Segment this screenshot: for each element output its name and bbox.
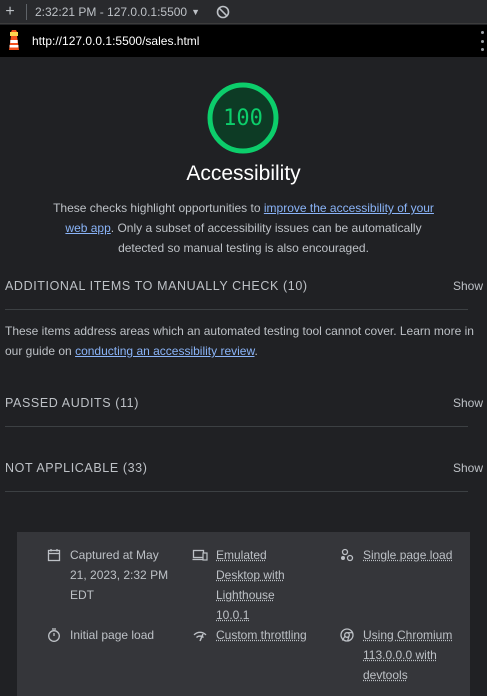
score-value: 100 [223,105,263,131]
runtime-load-type: Initial page load [46,625,174,645]
new-report-button[interactable]: + [0,0,20,24]
category-description-text: . Only a subset of accessibility issues … [110,221,422,255]
toolbar-divider [26,3,27,20]
score-gauge[interactable]: 100 [207,82,279,154]
group-description: These items address areas which an autom… [5,321,483,361]
report-selector-label: 2:32:21 PM - 127.0.0.1:5500 [35,4,188,19]
throttling-icon [193,631,207,642]
runtime-settings: Captured at May 21, 2023, 2:32 PM EDT Em… [17,532,470,696]
runtime-throttling[interactable]: Custom throttling [192,625,317,645]
group-manual-check[interactable]: ADDITIONAL ITEMS TO MANUALLY CHECK (10) … [5,276,483,296]
chrome-icon [340,628,354,642]
category-description: These checks highlight opportunities to … [48,198,439,258]
group-passed-audits[interactable]: PASSED AUDITS (11) Show [5,393,483,413]
runtime-mode-text: Single page load [363,548,453,562]
runtime-mode[interactable]: Single page load [339,545,464,565]
lighthouse-topbar: http://127.0.0.1:5500/sales.html [0,25,487,57]
lighthouse-logo-icon [0,25,28,57]
show-button[interactable]: Show [453,461,483,475]
devices-icon [192,549,208,561]
report-content: 100 Accessibility These checks highlight… [0,57,487,696]
show-button[interactable]: Show [453,396,483,410]
report-url[interactable]: http://127.0.0.1:5500/sales.html [32,34,199,48]
runtime-captured-text: Captured at May 21, 2023, 2:32 PM EDT [70,548,169,602]
divider [5,491,468,492]
runtime-emulation-text: Emulated Desktop with Lighthouse 10.0.1 [216,548,285,622]
runtime-emulation[interactable]: Emulated Desktop with Lighthouse 10.0.1 [192,545,302,625]
runtime-browser-text: Using Chromium 113.0.0.0 with devtools [363,628,453,682]
category-description-text: These checks highlight opportunities to [53,201,264,215]
group-title: NOT APPLICABLE (33) [5,461,148,475]
group-title: PASSED AUDITS (11) [5,396,139,410]
more-options-icon[interactable] [481,31,485,51]
divider [5,309,468,310]
report-selector[interactable]: 2:32:21 PM - 127.0.0.1:5500 ▼ [35,5,200,19]
category-title: Accessibility [186,162,301,185]
accessibility-review-link[interactable]: conducting an accessibility review [75,344,254,358]
runtime-load-type-text: Initial page load [70,628,155,642]
runtime-throttling-text: Custom throttling [216,628,307,642]
calendar-icon [47,549,61,562]
chevron-down-icon: ▼ [191,6,201,17]
show-button[interactable]: Show [453,279,483,293]
page-load-icon [341,548,354,562]
runtime-captured: Captured at May 21, 2023, 2:32 PM EDT [46,545,174,605]
runtime-browser[interactable]: Using Chromium 113.0.0.0 with devtools [339,625,464,685]
group-title: ADDITIONAL ITEMS TO MANUALLY CHECK (10) [5,279,308,293]
clear-reports-icon[interactable] [216,5,230,19]
group-not-applicable[interactable]: NOT APPLICABLE (33) Show [5,458,483,478]
group-description-text: . [254,344,258,358]
divider [5,426,468,427]
timer-icon [48,628,60,642]
devtools-toolbar: + 2:32:21 PM - 127.0.0.1:5500 ▼ [0,0,487,24]
